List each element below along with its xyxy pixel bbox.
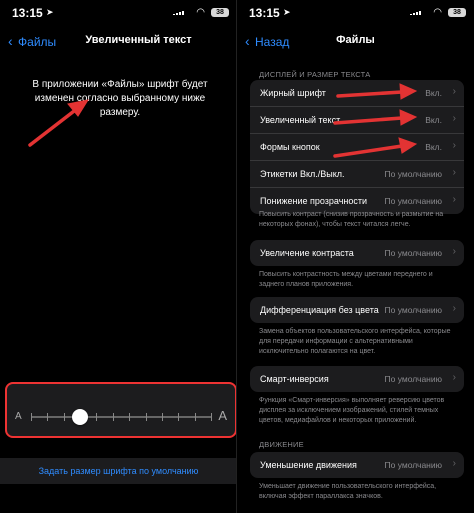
wifi-icon: ◠: [433, 7, 442, 18]
setting-value: По умолчанию: [384, 196, 442, 206]
location-icon: ➤: [46, 7, 54, 17]
setting-label: Формы кнопок: [260, 142, 320, 152]
page-title: Файлы: [336, 34, 375, 46]
note-reduce-transparency: Повысить контраст (снизив прозрачность и…: [259, 211, 444, 228]
note-smart-invert: Функция «Смарт-инверсия» выполняет ревер…: [259, 397, 445, 424]
setting-bold-text[interactable]: Жирный шрифт Вкл. ›: [250, 80, 464, 107]
page-title: Увеличенный текст: [85, 34, 192, 46]
status-time: 13:15: [12, 6, 43, 20]
setting-on-off-labels[interactable]: Этикетки Вкл./Выкл. По умолчанию ›: [250, 161, 464, 188]
slider-thumb[interactable]: [71, 409, 88, 425]
invert-group: Смарт-инверсия По умолчанию ›: [250, 366, 464, 392]
slider-tick: [161, 413, 163, 421]
chevron-right-icon: ›: [452, 140, 456, 151]
location-icon: ➤: [283, 7, 291, 17]
chevron-right-icon: ›: [452, 86, 456, 97]
contrast-group: Увеличение контраста По умолчанию ›: [250, 240, 464, 266]
reset-font-size-button[interactable]: Задать размер шрифта по умолчанию: [0, 466, 237, 476]
setting-value: По умолчанию: [384, 460, 442, 470]
setting-label: Этикетки Вкл./Выкл.: [260, 169, 345, 179]
signal-icon: [410, 11, 422, 15]
setting-value: Вкл.: [425, 115, 442, 125]
motion-group: Уменьшение движения По умолчанию ›: [250, 452, 464, 478]
setting-differentiate-without-color[interactable]: Дифференциация без цвета По умолчанию ›: [250, 297, 464, 323]
setting-value: Вкл.: [425, 142, 442, 152]
setting-value: По умолчанию: [384, 374, 442, 384]
setting-label: Жирный шрифт: [260, 88, 326, 98]
chevron-right-icon: ›: [452, 303, 456, 314]
section-header-display: ДИСПЛЕЙ И РАЗМЕР ТЕКСТА: [259, 70, 371, 79]
display-settings-group: Жирный шрифт Вкл. › Увеличенный текст Вк…: [250, 80, 464, 214]
chevron-right-icon: ›: [452, 458, 456, 469]
setting-smart-invert[interactable]: Смарт-инверсия По умолчанию ›: [250, 366, 464, 392]
large-text-icon: A: [218, 408, 227, 423]
slider-tick: [129, 413, 131, 421]
status-bar: 13:15 ➤ ◠ 38: [0, 6, 237, 22]
setting-label: Уменьшение движения: [260, 460, 357, 470]
slider-tick: [63, 413, 65, 421]
font-size-slider-panel: A A: [5, 382, 237, 438]
status-bar: 13:15 ➤ ◠ 38: [237, 6, 474, 22]
chevron-right-icon: ›: [452, 113, 456, 124]
note-differentiate: Замена объектов пользовательского интерф…: [259, 328, 451, 355]
note-increase-contrast: Повысить контрастность между цветами пер…: [259, 271, 433, 288]
setting-larger-text[interactable]: Увеличенный текст Вкл. ›: [250, 107, 464, 134]
slider-tick: [112, 413, 114, 421]
slider-tick: [211, 413, 212, 421]
nav-bar: ‹ Назад Файлы: [237, 30, 474, 52]
setting-increase-contrast[interactable]: Увеличение контраста По умолчанию ›: [250, 240, 464, 266]
setting-label: Увеличение контраста: [260, 248, 354, 258]
setting-value: По умолчанию: [384, 169, 442, 179]
chevron-left-icon: ‹: [8, 33, 13, 49]
slider-tick: [145, 413, 147, 421]
setting-label: Увеличенный текст: [260, 115, 341, 125]
chevron-right-icon: ›: [452, 246, 456, 257]
status-time: 13:15: [249, 6, 280, 20]
setting-label: Понижение прозрачности: [260, 196, 368, 206]
right-screen: 13:15 ➤ ◠ 38 ‹ Назад Файлы ДИСПЛЕЙ И РАЗ…: [237, 0, 474, 513]
font-size-slider-highlight: A A: [5, 382, 237, 438]
setting-value: Вкл.: [425, 88, 442, 98]
slider-tick: [47, 413, 49, 421]
left-screen: 13:15 ➤ ◠ 38 ‹ Файлы Увеличенный текст В…: [0, 0, 237, 513]
setting-value: По умолчанию: [384, 248, 442, 258]
chevron-right-icon: ›: [452, 167, 456, 178]
slider-tick: [194, 413, 196, 421]
slider-tick: [96, 413, 98, 421]
font-size-slider[interactable]: [31, 409, 212, 425]
setting-value: По умолчанию: [384, 305, 442, 315]
small-text-icon: A: [15, 411, 22, 422]
slider-tick: [178, 413, 180, 421]
note-reduce-motion: Уменьшает движение пользовательского инт…: [259, 483, 437, 500]
differentiate-group: Дифференциация без цвета По умолчанию ›: [250, 297, 464, 323]
nav-bar: ‹ Файлы Увеличенный текст: [0, 30, 237, 52]
setting-reduce-motion[interactable]: Уменьшение движения По умолчанию ›: [250, 452, 464, 478]
setting-button-shapes[interactable]: Формы кнопок Вкл. ›: [250, 134, 464, 161]
wifi-icon: ◠: [196, 7, 205, 18]
chevron-right-icon: ›: [452, 372, 456, 383]
info-text: В приложении «Файлы» шрифт будет изменен…: [32, 79, 208, 118]
battery-icon: 38: [448, 8, 466, 17]
section-header-motion: ДВИЖЕНИЕ: [259, 440, 304, 449]
battery-icon: 38: [211, 8, 229, 17]
signal-icon: [173, 11, 185, 15]
setting-label: Смарт-инверсия: [260, 374, 329, 384]
slider-tick: [31, 413, 32, 421]
chevron-right-icon: ›: [452, 194, 456, 205]
setting-label: Дифференциация без цвета: [260, 305, 379, 315]
